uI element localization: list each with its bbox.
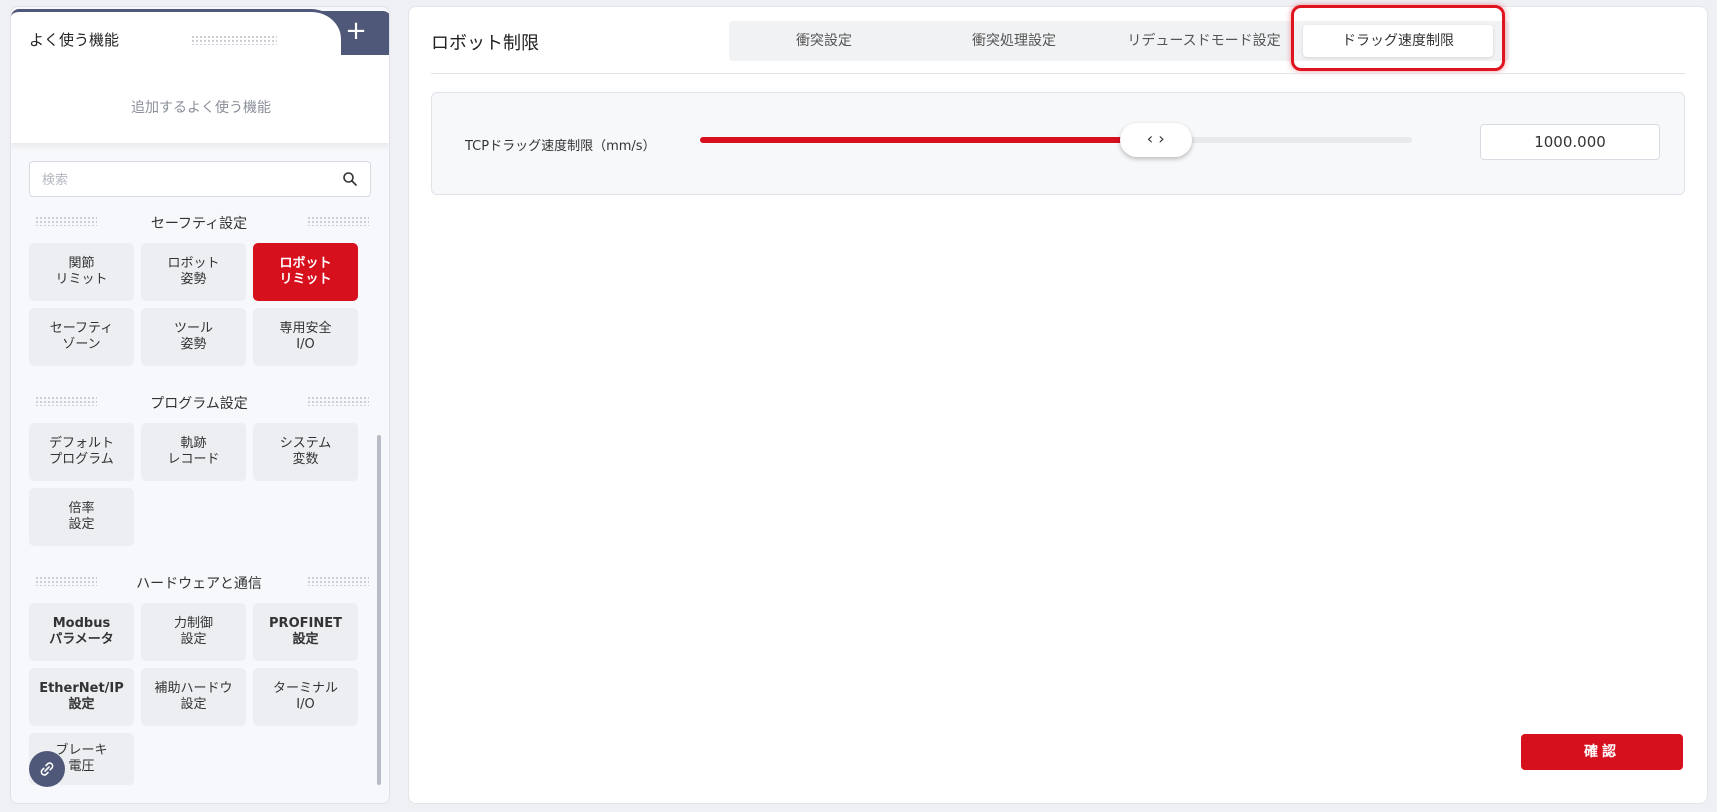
search-icon[interactable]	[342, 171, 358, 187]
default-program-button[interactable]: デフォルト プログラム	[29, 423, 134, 481]
ethernet-ip-button[interactable]: EtherNet/IP 設定	[29, 668, 134, 726]
section-header-program: プログラム設定	[29, 392, 369, 412]
drag-speed-setting-card: TCPドラッグ速度制限（mm/s） ‹ ›	[431, 92, 1685, 195]
search-box	[29, 161, 371, 197]
tab-bar: 衝突設定 衝突処理設定 リデュースドモード設定 ドラッグ速度制限	[729, 21, 1509, 61]
robot-limit-button[interactable]: ロボット リミット	[253, 243, 358, 301]
decorative-dots	[307, 576, 369, 586]
rate-setting-button[interactable]: 倍率 設定	[29, 488, 134, 546]
joint-limit-button[interactable]: 関節 リミット	[29, 243, 134, 301]
main-panel: ロボット制限 衝突設定 衝突処理設定 リデュースドモード設定 ドラッグ速度制限 …	[408, 5, 1708, 804]
sidebar-scrollbar[interactable]	[377, 435, 381, 785]
decorative-dots	[307, 216, 369, 226]
page-title: ロボット制限	[431, 33, 539, 54]
tool-posture-button[interactable]: ツール 姿勢	[141, 308, 246, 366]
favorites-title: よく使う機能	[29, 31, 120, 49]
add-favorite-button[interactable]: +	[341, 17, 371, 47]
force-control-button[interactable]: 力制御 設定	[141, 603, 246, 661]
speed-slider-track[interactable]	[700, 137, 1412, 143]
safety-zone-button[interactable]: セーフティ ゾーン	[29, 308, 134, 366]
decorative-dots	[307, 396, 369, 406]
favorites-header: よく使う機能 +	[11, 7, 389, 59]
tab-drag-speed-limit[interactable]: ドラッグ速度制限	[1303, 25, 1493, 57]
confirm-button[interactable]: 確認	[1521, 734, 1683, 770]
decorative-dots	[191, 35, 277, 45]
link-icon[interactable]	[29, 751, 65, 787]
function-sidebar: よく使う機能 + 追加するよく使う機能 セーフティ設定 関節 リミット ロボット…	[10, 6, 390, 804]
search-input[interactable]	[42, 170, 332, 190]
favorites-area: 追加するよく使う機能	[11, 55, 389, 143]
section-header-hardware: ハードウェアと通信	[29, 572, 369, 592]
section-header-safety: セーフティ設定	[29, 212, 369, 232]
robot-posture-button[interactable]: ロボット 姿勢	[141, 243, 246, 301]
favorites-empty-text: 追加するよく使う機能	[131, 100, 271, 116]
modbus-parameter-button[interactable]: Modbus パラメータ	[29, 603, 134, 661]
auxiliary-hardware-button[interactable]: 補助ハードウ 設定	[141, 668, 246, 726]
speed-slider-thumb[interactable]: ‹ ›	[1119, 123, 1192, 157]
tcp-drag-speed-label: TCPドラッグ速度制限（mm/s）	[465, 139, 656, 154]
speed-slider-fill	[700, 137, 1156, 143]
dedicated-safety-io-button[interactable]: 専用安全 I/O	[253, 308, 358, 366]
tab-collision-handling[interactable]: 衝突処理設定	[919, 21, 1109, 61]
system-variable-button[interactable]: システム 変数	[253, 423, 358, 481]
tab-reduced-mode[interactable]: リデュースドモード設定	[1109, 21, 1299, 61]
profinet-setting-button[interactable]: PROFINET 設定	[253, 603, 358, 661]
tab-collision-setting[interactable]: 衝突設定	[729, 21, 919, 61]
speed-value-input[interactable]	[1480, 124, 1660, 160]
terminal-io-button[interactable]: ターミナル I/O	[253, 668, 358, 726]
divider	[431, 73, 1685, 74]
trajectory-record-button[interactable]: 軌跡 レコード	[141, 423, 246, 481]
